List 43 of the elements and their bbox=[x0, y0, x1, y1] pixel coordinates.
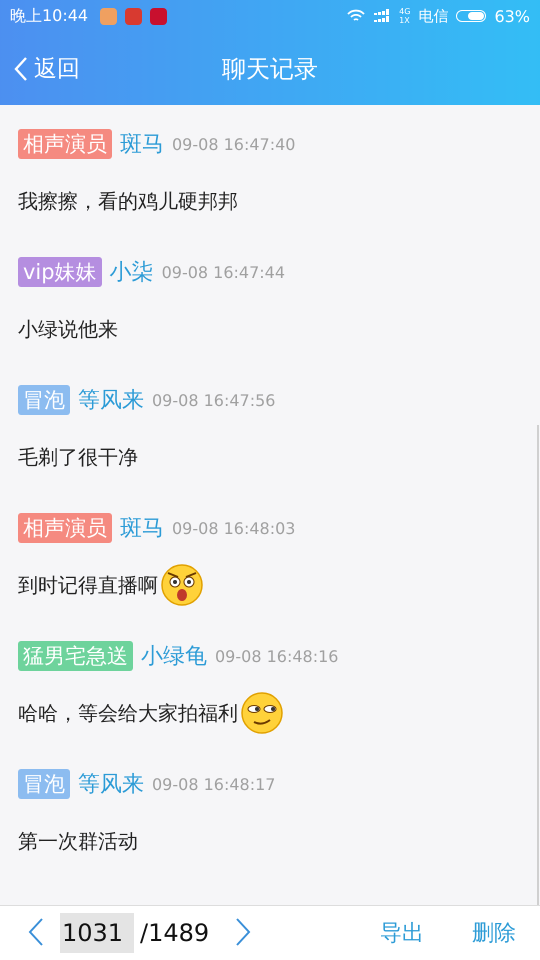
chevron-right-icon bbox=[235, 916, 252, 946]
message-time: 09-08 16:48:16 bbox=[215, 646, 338, 666]
message-text: 第一次群活动 bbox=[18, 828, 138, 854]
sender-name: 等风来 bbox=[78, 771, 144, 799]
surprised-emoji-icon bbox=[160, 563, 204, 607]
user-tag: 相声演员 bbox=[18, 129, 112, 159]
message-time: 09-08 16:48:17 bbox=[152, 774, 276, 794]
status-time: 晚上10:44 bbox=[10, 6, 88, 26]
user-tag: vip妹妹 bbox=[18, 257, 102, 287]
back-button[interactable]: 返回 bbox=[0, 53, 94, 84]
battery-icon bbox=[456, 10, 486, 22]
message-text: 毛剃了很干净 bbox=[18, 444, 138, 470]
battery-percent: 63% bbox=[494, 6, 530, 26]
message-text: 我擦擦，看的鸡儿硬邦邦 bbox=[18, 188, 238, 214]
sender-name: 斑马 bbox=[120, 131, 164, 159]
message-text: 哈哈，等会给大家拍福利 bbox=[18, 700, 238, 726]
export-button[interactable]: 导出 bbox=[374, 917, 430, 949]
network-type: 4G bbox=[399, 7, 410, 16]
message-text: 小绿说他来 bbox=[18, 316, 118, 342]
page-number-field[interactable]: 1031 bbox=[60, 913, 134, 953]
signal-icon bbox=[373, 9, 392, 23]
page-total: /1489 bbox=[140, 919, 210, 947]
user-tag: 猛男宅急送 bbox=[18, 641, 133, 671]
sender-name: 斑马 bbox=[120, 515, 164, 543]
message-time: 09-08 16:48:03 bbox=[172, 518, 296, 538]
user-tag: 冒泡 bbox=[18, 769, 70, 799]
chevron-left-icon bbox=[28, 916, 44, 946]
page-title: 聊天记录 bbox=[222, 54, 318, 84]
sender-name: 小绿龟 bbox=[141, 643, 207, 671]
message-time: 09-08 16:47:56 bbox=[152, 390, 276, 410]
wifi-icon bbox=[347, 9, 366, 23]
message-text: 到时记得直播啊 bbox=[18, 572, 158, 598]
smirking-emoji-icon bbox=[240, 691, 284, 735]
user-tag: 相声演员 bbox=[18, 513, 112, 543]
chevron-left-icon bbox=[14, 56, 28, 82]
user-tag: 冒泡 bbox=[18, 385, 70, 415]
message-time: 09-08 16:47:40 bbox=[172, 134, 296, 154]
delete-button[interactable]: 删除 bbox=[466, 917, 522, 949]
sender-name: 小柒 bbox=[110, 259, 154, 287]
carrier-name: 电信 bbox=[418, 6, 448, 26]
sender-name: 等风来 bbox=[78, 387, 144, 415]
message-time: 09-08 16:47:44 bbox=[162, 262, 286, 282]
network-type: 1X bbox=[399, 16, 410, 25]
